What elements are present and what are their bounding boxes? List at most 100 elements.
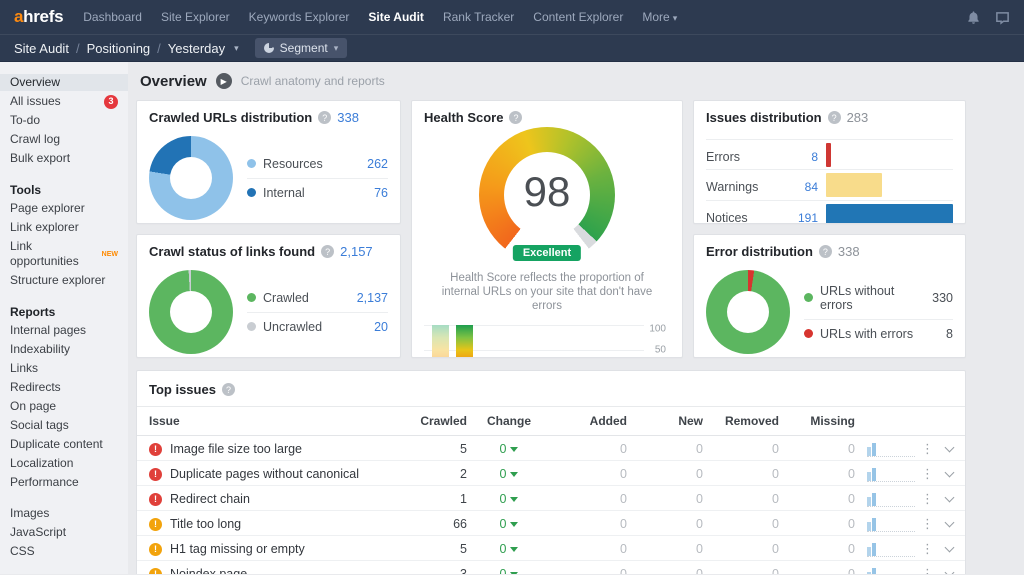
change-indicator: 0 — [500, 492, 519, 506]
segment-button[interactable]: Segment ▾ — [254, 38, 348, 58]
help-icon[interactable]: ? — [221, 383, 235, 396]
internal-count-link[interactable]: 76 — [374, 186, 388, 200]
sidebar-item-duplicate-content[interactable]: Duplicate content — [0, 436, 128, 453]
issue-link[interactable]: ! Title too long — [149, 517, 411, 531]
sidebar-item-page-explorer[interactable]: Page explorer — [0, 200, 128, 217]
crawled-count-link[interactable]: 2,137 — [357, 291, 388, 305]
sidebar-item-links[interactable]: Links — [0, 360, 128, 377]
notices-count-link[interactable]: 191 — [776, 211, 818, 224]
error-dist-total: 338 — [837, 244, 860, 259]
crawl-anatomy-play-icon[interactable]: ▶ — [215, 73, 232, 89]
health-score-value: 98 — [523, 168, 571, 215]
legend-row-urls-without-errors: URLs without errors 330 — [804, 277, 953, 320]
urls-with-errors-count: 8 — [946, 326, 953, 341]
sidebar-item-structure-explorer[interactable]: Structure explorer — [0, 272, 128, 289]
table-row: ! Noindex page 3 0 0 0 0 0 ⋮ — [137, 561, 965, 574]
breadcrumb-site-audit[interactable]: Site Audit — [14, 41, 69, 56]
errors-count-link[interactable]: 8 — [776, 150, 818, 164]
notifications-bell-icon[interactable] — [966, 10, 981, 25]
nav-site-audit[interactable]: Site Audit — [368, 10, 424, 24]
chevron-down-icon: ▾ — [333, 42, 339, 53]
sidebar-item-social-tags[interactable]: Social tags — [0, 417, 128, 434]
kebab-menu-icon[interactable]: ⋮ — [921, 441, 934, 457]
error-distribution-card: Error distribution ? 338 URLs without er… — [693, 234, 966, 358]
issue-link[interactable]: ! Image file size too large — [149, 442, 411, 456]
sidebar-item-performance[interactable]: Performance — [0, 474, 128, 491]
sidebar-section-reports: Reports — [10, 305, 56, 319]
issue-link[interactable]: ! H1 tag missing or empty — [149, 542, 411, 556]
resources-count-link[interactable]: 262 — [367, 157, 388, 171]
help-icon[interactable]: ? — [818, 245, 832, 258]
kebab-menu-icon[interactable]: ⋮ — [921, 466, 934, 482]
links-total-link[interactable]: 2,157 — [340, 244, 373, 259]
issue-link[interactable]: ! Noindex page — [149, 567, 411, 574]
help-icon[interactable]: ? — [318, 111, 332, 124]
help-icon[interactable]: ? — [509, 111, 523, 124]
help-icon[interactable]: ? — [321, 245, 335, 258]
sidebar-item-images[interactable]: Images — [0, 505, 128, 522]
history-bar[interactable] — [456, 325, 473, 357]
sidebar-item-css[interactable]: CSS — [0, 543, 128, 560]
issues-row-notices: Notices 191 — [706, 201, 953, 224]
kebab-menu-icon[interactable]: ⋮ — [921, 491, 934, 507]
expand-chevron-icon[interactable] — [944, 467, 955, 478]
sidebar-item-to-do[interactable]: To-do — [0, 112, 128, 129]
change-indicator: 0 — [500, 442, 519, 456]
nav-keywords-explorer[interactable]: Keywords Explorer — [249, 10, 350, 24]
health-score-badge: Excellent — [512, 245, 582, 261]
sidebar-item-internal-pages[interactable]: Internal pages — [0, 322, 128, 339]
expand-chevron-icon[interactable] — [944, 542, 955, 553]
trend-down-icon — [510, 446, 519, 456]
nav-more[interactable]: More ▾ — [642, 10, 677, 24]
new-tag: NEW — [101, 250, 118, 258]
nav-dashboard[interactable]: Dashboard — [83, 10, 142, 24]
uncrawled-count-link[interactable]: 20 — [374, 320, 388, 334]
legend-dot — [804, 329, 813, 338]
table-row: ! H1 tag missing or empty 5 0 0 0 0 0 ⋮ — [137, 536, 965, 561]
sidebar-item-all-issues[interactable]: All issues 3 — [0, 93, 128, 110]
change-indicator: 0 — [500, 517, 519, 531]
kebab-menu-icon[interactable]: ⋮ — [921, 541, 934, 557]
nav-site-explorer[interactable]: Site Explorer — [161, 10, 230, 24]
sidebar-item-overview[interactable]: Overview — [0, 74, 128, 91]
issue-link[interactable]: ! Redirect chain — [149, 492, 411, 506]
issues-count-badge: 3 — [104, 94, 118, 109]
chevron-down-icon: ▾ — [234, 42, 239, 53]
expand-chevron-icon[interactable] — [944, 442, 955, 453]
warnings-count-link[interactable]: 84 — [776, 180, 818, 194]
expand-chevron-icon[interactable] — [944, 492, 955, 503]
kebab-menu-icon[interactable]: ⋮ — [921, 566, 934, 574]
table-header-row: Issue Crawled Change Added New Removed M… — [137, 407, 965, 436]
sidebar-item-localization[interactable]: Localization — [0, 455, 128, 472]
issue-link[interactable]: ! Duplicate pages without canonical — [149, 467, 411, 481]
nav-content-explorer[interactable]: Content Explorer — [533, 10, 623, 24]
chat-support-icon[interactable] — [995, 10, 1010, 25]
sidebar-item-indexability[interactable]: Indexability — [0, 341, 128, 358]
sidebar-section-tools: Tools — [10, 183, 42, 197]
breadcrumb-project[interactable]: Positioning — [87, 41, 151, 56]
sidebar-item-crawl-log[interactable]: Crawl log — [0, 131, 128, 148]
sidebar-item-link-explorer[interactable]: Link explorer — [0, 219, 128, 236]
expand-chevron-icon[interactable] — [944, 517, 955, 528]
sidebar-item-link-opportunities[interactable]: Link opportunities NEW — [0, 238, 128, 270]
card-title: Issues distribution — [706, 110, 822, 125]
segment-pie-icon — [263, 43, 274, 53]
sidebar-item-javascript[interactable]: JavaScript — [0, 524, 128, 541]
sidebar-item-bulk-export[interactable]: Bulk export — [0, 150, 128, 167]
trend-down-icon — [510, 546, 519, 556]
sidebar-item-redirects[interactable]: Redirects — [0, 379, 128, 396]
help-icon[interactable]: ? — [827, 111, 841, 124]
crawled-urls-donut-chart — [149, 136, 233, 220]
expand-chevron-icon[interactable] — [944, 567, 955, 574]
page-title: Overview — [140, 72, 207, 90]
table-row: ! Image file size too large 5 0 0 0 0 0 ⋮ — [137, 436, 965, 461]
trend-down-icon — [510, 571, 519, 574]
ahrefs-logo[interactable]: ahrefs — [14, 7, 64, 27]
table-row: ! Title too long 66 0 0 0 0 0 ⋮ — [137, 511, 965, 536]
sidebar-item-on-page[interactable]: On page — [0, 398, 128, 415]
crawled-urls-total-link[interactable]: 338 — [337, 110, 359, 125]
nav-rank-tracker[interactable]: Rank Tracker — [443, 10, 514, 24]
breadcrumb-crawl-date[interactable]: Yesterday — [168, 41, 225, 56]
kebab-menu-icon[interactable]: ⋮ — [921, 516, 934, 532]
history-bar[interactable] — [432, 325, 449, 357]
